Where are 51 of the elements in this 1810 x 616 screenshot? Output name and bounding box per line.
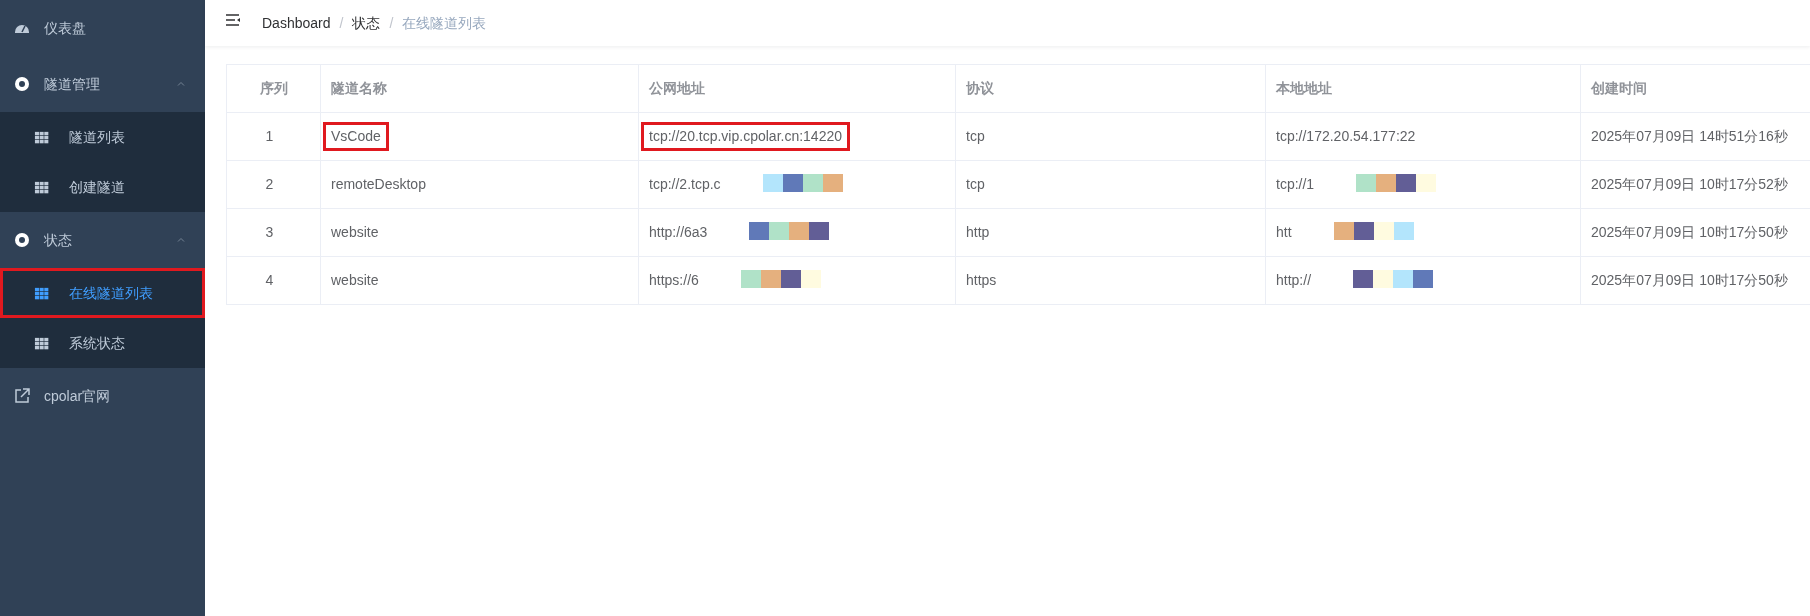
submenu-item[interactable]: 隧道列表 bbox=[0, 112, 205, 162]
table-cell-text: 2025年07月09日 10时17分50秒 bbox=[1590, 271, 1789, 290]
table-cell-text: https bbox=[965, 271, 998, 290]
ring-icon bbox=[14, 76, 30, 92]
table-cell-text: 3 bbox=[264, 223, 275, 242]
table-cell-text: website bbox=[330, 271, 380, 290]
table-cell-text: tcp://1 bbox=[1275, 175, 1316, 194]
table-cell-text: htt bbox=[1275, 223, 1293, 242]
table-cell-text: http://6a3 bbox=[648, 223, 709, 242]
table-cell-text: 4 bbox=[264, 271, 275, 290]
column-header: 协议 bbox=[955, 64, 1266, 113]
column-header: 创建时间 bbox=[1580, 64, 1810, 113]
table-cell-text: 2025年07月09日 10时17分52秒 bbox=[1590, 175, 1789, 194]
table-cell-text: http bbox=[965, 223, 991, 242]
sidebar-item[interactable]: cpolar官网 bbox=[0, 368, 205, 424]
sidebar-item[interactable]: 隧道管理 bbox=[0, 56, 205, 112]
table-cell-text: 1 bbox=[264, 127, 275, 146]
table-cell-text: 2 bbox=[264, 175, 275, 194]
external-link-icon bbox=[14, 388, 30, 404]
breadcrumb-separator: / bbox=[339, 13, 344, 33]
column-header: 序列 bbox=[226, 64, 321, 113]
grid-icon bbox=[34, 179, 49, 195]
grid-icon bbox=[34, 285, 49, 301]
grid-icon bbox=[34, 335, 49, 351]
table-cell-text: 2025年07月09日 14时51分16秒 bbox=[1590, 127, 1789, 146]
table-cell: tcp://20.tcp.vip.cpolar.cn:14220 bbox=[641, 122, 850, 151]
submenu-item[interactable]: 系统状态 bbox=[0, 318, 205, 368]
breadcrumb-item: 在线隧道列表 bbox=[402, 13, 487, 33]
table-cell-text: website bbox=[330, 223, 380, 242]
grid-icon bbox=[34, 129, 49, 145]
column-header: 公网地址 bbox=[638, 64, 956, 113]
breadcrumb-separator: / bbox=[389, 13, 394, 33]
column-header: 本地地址 bbox=[1265, 64, 1581, 113]
sidebar-item[interactable]: 仪表盘 bbox=[0, 0, 205, 56]
table-cell-text: tcp bbox=[965, 127, 986, 146]
table-cell: VsCode bbox=[323, 122, 389, 151]
submenu-item[interactable]: 在线隧道列表 bbox=[0, 268, 205, 318]
sidebar-item[interactable]: 状态 bbox=[0, 212, 205, 268]
submenu-item[interactable]: 创建隧道 bbox=[0, 162, 205, 212]
table-cell-text: tcp://172.20.54.177:22 bbox=[1275, 127, 1417, 146]
table-cell-text: tcp bbox=[965, 175, 986, 194]
table-cell-text: http:// bbox=[1275, 271, 1313, 290]
ring-icon bbox=[14, 232, 30, 248]
column-header: 隧道名称 bbox=[320, 64, 639, 113]
table-cell-text: remoteDesktop bbox=[330, 175, 427, 194]
breadcrumb-item[interactable]: Dashboard bbox=[262, 12, 331, 34]
breadcrumb-item[interactable]: 状态 bbox=[352, 12, 381, 34]
menu-icon bbox=[225, 12, 241, 28]
table-cell-text: https://6 bbox=[648, 271, 700, 290]
table-cell-text: tcp://2.tcp.c bbox=[648, 175, 722, 194]
table-cell-text: 2025年07月09日 10时17分50秒 bbox=[1590, 223, 1789, 242]
